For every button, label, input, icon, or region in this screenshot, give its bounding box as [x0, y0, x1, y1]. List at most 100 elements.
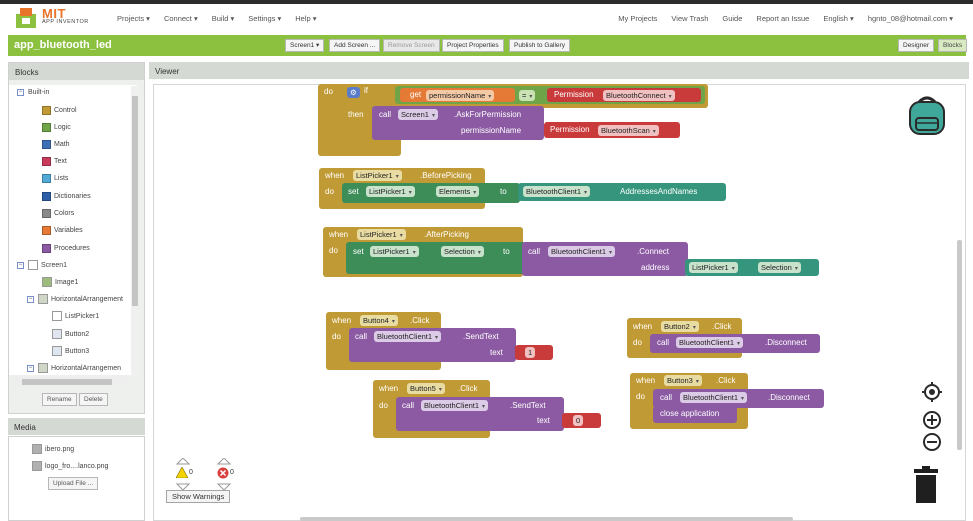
- component-dropdown[interactable]: Screen1 ▾: [398, 109, 438, 120]
- drawer-colors[interactable]: Colors: [42, 206, 74, 220]
- menu-help[interactable]: Help ▾: [295, 14, 316, 23]
- component-dropdown[interactable]: Button3 ▾: [664, 375, 702, 386]
- publish-gallery-button[interactable]: Publish to Gallery: [509, 39, 570, 52]
- drawer-variables[interactable]: Variables: [42, 223, 83, 237]
- warning-icon: [176, 467, 188, 478]
- scrollbar-thumb[interactable]: [22, 379, 112, 385]
- zoom-in-icon[interactable]: [922, 410, 942, 430]
- component-button2[interactable]: Button2: [52, 327, 89, 341]
- blocks-panel-title: Blocks: [9, 63, 144, 80]
- drawer-control[interactable]: Control: [42, 103, 77, 117]
- component-dropdown[interactable]: Button2 ▾: [661, 321, 699, 332]
- blocks-button[interactable]: Blocks: [938, 39, 968, 52]
- drawer-lists[interactable]: Lists: [42, 171, 68, 185]
- project-properties-button[interactable]: Project Properties: [442, 39, 504, 52]
- errors-count: 0: [230, 469, 234, 476]
- media-file-1[interactable]: ibero.png: [32, 444, 74, 454]
- center-target-icon[interactable]: [922, 382, 942, 402]
- component-dropdown[interactable]: Button5 ▾: [407, 383, 445, 394]
- top-navigation-bar: MIT APP INVENTOR Projects ▾ Connect ▾ Bu…: [0, 0, 973, 30]
- collapse-icon[interactable]: −: [17, 88, 24, 96]
- logo-subtitle: APP INVENTOR: [42, 19, 89, 25]
- operator-dropdown[interactable]: = ▾: [519, 90, 536, 101]
- project-name: app_bluetooth_led: [14, 39, 112, 51]
- scrollbar-thumb[interactable]: [132, 96, 138, 306]
- property-dropdown[interactable]: Elements ▾: [436, 186, 480, 197]
- blocks-tree-vertical-scrollbar[interactable]: [131, 86, 139, 376]
- blocks-workspace[interactable]: [153, 84, 966, 521]
- drawer-procedures[interactable]: Procedures: [42, 241, 90, 255]
- workspace-vertical-scrollbar[interactable]: [957, 240, 962, 450]
- drawer-text[interactable]: Text: [42, 154, 67, 168]
- language-menu[interactable]: English ▾: [823, 14, 853, 23]
- menu-settings[interactable]: Settings ▾: [248, 14, 281, 23]
- component-dropdown[interactable]: BluetoothClient1 ▾: [421, 400, 489, 411]
- app-inventor-logo[interactable]: MIT APP INVENTOR: [14, 6, 94, 32]
- text-literal[interactable]: 0: [573, 415, 584, 426]
- screen-icon: [28, 260, 38, 270]
- component-dropdown[interactable]: ListPicker1 ▾: [366, 186, 415, 197]
- drawer-dictionaries[interactable]: Dictionaries: [42, 189, 91, 203]
- text-literal[interactable]: 1: [525, 347, 536, 358]
- trash-icon[interactable]: [912, 466, 940, 504]
- logic-color-icon: [42, 122, 51, 132]
- component-dropdown[interactable]: BluetoothClient1 ▾: [523, 186, 591, 197]
- menu-projects[interactable]: Projects ▾: [117, 14, 150, 23]
- my-projects-link[interactable]: My Projects: [618, 14, 657, 23]
- component-dropdown[interactable]: BluetoothClient1 ▾: [680, 392, 748, 403]
- tree-builtin[interactable]: − Built-in: [17, 85, 49, 99]
- zoom-out-icon[interactable]: [922, 432, 942, 452]
- collapse-icon[interactable]: −: [17, 261, 24, 269]
- tree-screen1[interactable]: − Screen1: [17, 258, 67, 272]
- menu-build[interactable]: Build ▾: [212, 14, 235, 23]
- component-horizontal-arrangement-2[interactable]: − HorizontalArrangemen: [27, 361, 121, 375]
- component-button3[interactable]: Button3: [52, 344, 89, 358]
- component-listpicker1[interactable]: ListPicker1: [52, 309, 99, 323]
- main-menu: Projects ▾ Connect ▾ Build ▾ Settings ▾ …: [117, 14, 317, 23]
- designer-button[interactable]: Designer: [898, 39, 935, 52]
- blocks-tree-horizontal-scrollbar[interactable]: [12, 378, 130, 386]
- component-dropdown[interactable]: BluetoothClient1 ▾: [374, 331, 442, 342]
- delete-button[interactable]: Delete: [79, 393, 108, 406]
- property-dropdown[interactable]: Selection ▾: [758, 262, 801, 273]
- property-dropdown[interactable]: Selection ▾: [441, 246, 484, 257]
- collapse-icon[interactable]: −: [27, 295, 34, 303]
- component-dropdown[interactable]: ListPicker1 ▾: [370, 246, 419, 257]
- user-menu: My Projects View Trash Guide Report an I…: [618, 14, 953, 23]
- gear-icon[interactable]: ⚙: [347, 87, 360, 98]
- image-file-icon: [32, 461, 42, 471]
- drawer-math[interactable]: Math: [42, 137, 70, 151]
- component-horizontal-arrangement-1[interactable]: − HorizontalArrangement: [27, 292, 123, 306]
- button-icon: [52, 329, 62, 339]
- screen-selector[interactable]: Screen1 ▾: [285, 39, 325, 52]
- component-dropdown[interactable]: ListPicker1 ▾: [353, 170, 402, 181]
- remove-screen-button[interactable]: Remove Screen: [383, 39, 440, 52]
- show-warnings-button[interactable]: Show Warnings: [166, 490, 231, 503]
- view-trash-link[interactable]: View Trash: [671, 14, 708, 23]
- image-file-icon: [32, 444, 42, 454]
- permission-dropdown[interactable]: BluetoothScan ▾: [598, 125, 659, 136]
- collapse-icon[interactable]: −: [27, 364, 34, 372]
- colors-color-icon: [42, 208, 51, 218]
- workspace-horizontal-scrollbar[interactable]: [300, 517, 793, 521]
- project-toolbar: app_bluetooth_led Screen1 ▾ Add Screen .…: [8, 35, 968, 56]
- guide-link[interactable]: Guide: [722, 14, 742, 23]
- component-dropdown[interactable]: Button4 ▾: [360, 315, 398, 326]
- permission-dropdown[interactable]: BluetoothConnect ▾: [603, 90, 675, 101]
- component-dropdown[interactable]: BluetoothClient1 ▾: [676, 337, 744, 348]
- media-file-2[interactable]: logo_fro....lanco.png: [32, 461, 108, 471]
- upload-file-button[interactable]: Upload File ...: [48, 477, 99, 490]
- component-image1[interactable]: Image1: [42, 275, 78, 289]
- math-color-icon: [42, 139, 51, 149]
- menu-connect[interactable]: Connect ▾: [164, 14, 198, 23]
- backpack-icon[interactable]: [905, 94, 949, 138]
- component-dropdown[interactable]: ListPicker1 ▾: [357, 229, 406, 240]
- account-menu[interactable]: hgnto_08@hotmail.com ▾: [868, 14, 953, 23]
- rename-button[interactable]: Rename: [42, 393, 77, 406]
- component-dropdown[interactable]: BluetoothClient1 ▾: [548, 246, 616, 257]
- drawer-logic[interactable]: Logic: [42, 120, 71, 134]
- add-screen-button[interactable]: Add Screen ...: [329, 39, 381, 52]
- component-dropdown[interactable]: ListPicker1 ▾: [689, 262, 738, 273]
- report-issue-link[interactable]: Report an Issue: [756, 14, 809, 23]
- variable-dropdown[interactable]: permissionName ▾: [426, 90, 495, 101]
